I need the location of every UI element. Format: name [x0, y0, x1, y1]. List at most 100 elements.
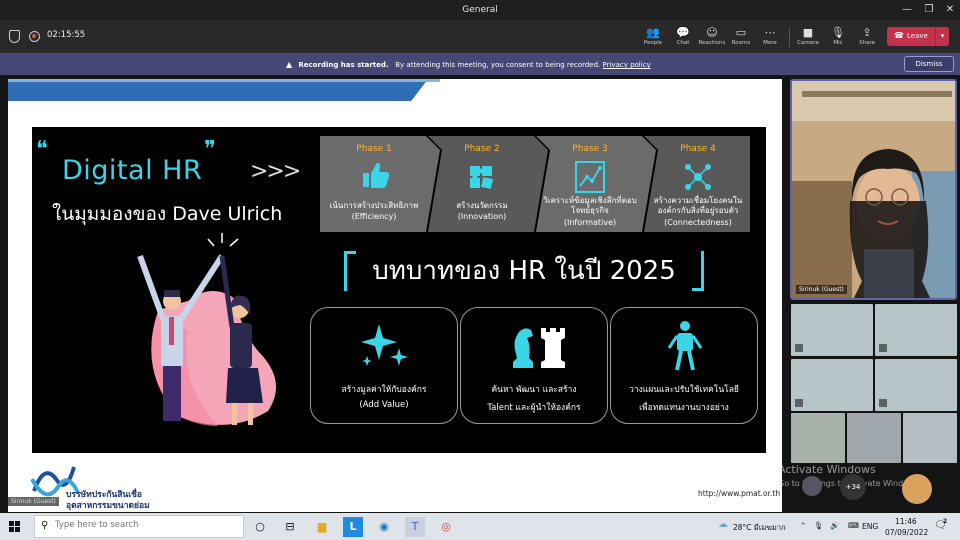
phase-3-title: Phase 3 — [572, 144, 608, 154]
language-indicator[interactable]: ENG — [862, 522, 878, 531]
rooms-label: Rooms — [731, 40, 751, 46]
mic-label: Mic — [833, 40, 843, 46]
phase-4-label: (Connectedness) — [664, 218, 732, 227]
phase-4-desc: สร้างความเชื่อมโยงคนในองค์กรกับสิ่งที่อย… — [653, 196, 743, 215]
leave-label: Leave — [907, 32, 928, 40]
mic-icon: 🎙 — [831, 26, 845, 39]
clock-time[interactable]: 11:46 — [895, 517, 917, 526]
meeting-toolbar: 02:15:55 👥 People 💬 Chat ☺ Reactions ▭ R… — [0, 20, 960, 53]
network-icon — [685, 164, 711, 190]
activate-windows-watermark: Activate Windows — [778, 463, 876, 476]
edge-icon[interactable]: ◉ — [374, 517, 394, 537]
leave-button[interactable]: ☎ Leave ▾ — [887, 27, 949, 46]
clock-date[interactable]: 07/09/2022 — [885, 528, 928, 537]
privacy-policy-link[interactable]: Privacy policy — [603, 61, 651, 69]
avatar[interactable] — [802, 476, 822, 496]
dismiss-button[interactable]: Dismiss — [904, 56, 954, 72]
phase-1-title: Phase 1 — [356, 144, 392, 154]
windows-taskbar: ⚲ ○ ⊟ ▆ L ◉ T ◎ ☁ 28°C มีเมฆมาก ⌃ 🎙 🔊 ⌨ … — [0, 513, 960, 540]
task-view-icon[interactable]: ○ — [250, 517, 270, 537]
role-title: บทบาทของ HR ในปี 2025 — [372, 256, 676, 286]
phase-2-label: (Innovation) — [457, 212, 507, 221]
phase-3-label: (Informative) — [563, 218, 617, 227]
more-icon: ⋯ — [764, 26, 776, 39]
role-1-line1: สร้างมูลค่าให้กับองค์กร — [341, 385, 427, 395]
mic-muted-icon — [795, 344, 803, 352]
presenter-name-overlay: Sirinuk (Guest) — [8, 497, 59, 506]
weather-text[interactable]: 28°C มีเมฆมาก — [733, 522, 786, 534]
chat-button[interactable]: 💬 Chat — [667, 22, 699, 52]
close-icon[interactable]: ✕ — [943, 3, 957, 17]
company-url: http://www.pmat.or.th — [698, 489, 781, 498]
more-participants-badge[interactable]: +34 — [840, 474, 866, 500]
role-2-line2: Talent และผู้นำให้องค์กร — [487, 403, 581, 413]
meeting-timer: 02:15:55 — [47, 30, 86, 40]
banner-text: By attending this meeting, you consent t… — [395, 61, 601, 69]
participant-tile[interactable] — [847, 413, 901, 463]
people-label: People — [643, 40, 663, 46]
speaker-name: Sirinuk (Guest) — [796, 285, 847, 294]
widgets-icon[interactable]: ⊟ — [280, 517, 300, 537]
phase-4: Phase 4 สร้างความเชื่อมโยงคนในองค์กรกับส… — [644, 136, 752, 232]
phase-1-desc: เน้นการสร้างประสิทธิภาพ — [329, 201, 419, 210]
file-explorer-icon[interactable]: ▆ — [312, 517, 332, 537]
slide-content-panel: ❝ Digital HR ❞ >>> ในมุมมองของ Dave Ulri… — [32, 127, 766, 453]
volume-icon[interactable]: 🔊 — [830, 521, 839, 530]
chevron-down-icon[interactable]: ▾ — [935, 27, 949, 46]
thumbs-up-icon — [363, 162, 390, 188]
puzzle-icon — [470, 166, 493, 189]
slide-header-accent — [8, 79, 440, 82]
share-button[interactable]: ⇪ Share — [851, 22, 883, 52]
minimize-icon[interactable]: — — [900, 3, 914, 17]
teams-icon[interactable]: T — [405, 517, 425, 537]
taskbar-search[interactable]: ⚲ — [34, 515, 244, 538]
close-quote-icon: ❞ — [204, 137, 216, 162]
more-label: More — [763, 40, 777, 46]
camera-button[interactable]: ■ Camera — [792, 22, 824, 52]
role-card-3: วางแผนและปรับใช้เทคโนโลยี เพื่อทดแทนงานบ… — [610, 307, 758, 424]
chevron-up-icon[interactable]: ⌃ — [800, 521, 806, 530]
chat-label: Chat — [676, 40, 690, 46]
participant-tile[interactable] — [791, 304, 873, 356]
people-button[interactable]: 👥 People — [637, 22, 669, 52]
phase-1: Phase 1 เน้นการสร้างประสิทธิภาพ (Efficie… — [320, 136, 428, 232]
chrome-icon[interactable]: ◎ — [436, 517, 456, 537]
reactions-button[interactable]: ☺ Reactions — [696, 22, 728, 52]
phase-2-title: Phase 2 — [464, 144, 500, 154]
phase-3: Phase 3 วิเคราะห์ข้อมูลเชิงลึกที่ตอบโจทย… — [536, 136, 644, 232]
warning-icon: ▲ — [286, 60, 293, 69]
participant-tile[interactable] — [903, 413, 957, 463]
speaker-video-frame — [792, 81, 955, 298]
windows-start-icon[interactable] — [9, 521, 20, 532]
participant-tile[interactable] — [875, 359, 957, 411]
phase-3-desc: วิเคราะห์ข้อมูลเชิงลึกที่ตอบโจทย์ธุรกิจ — [543, 196, 637, 215]
speaker-video[interactable]: Sirinuk (Guest) — [790, 79, 957, 300]
app-l-icon[interactable]: L — [343, 517, 363, 537]
restore-icon[interactable]: ❐ — [922, 3, 936, 17]
search-input[interactable] — [55, 520, 235, 530]
recording-banner: ▲ Recording has started. By attending th… — [0, 53, 960, 75]
avatar[interactable] — [902, 474, 932, 504]
participant-tile[interactable] — [791, 413, 845, 463]
more-button[interactable]: ⋯ More — [754, 22, 786, 52]
participant-tile[interactable] — [875, 304, 957, 356]
mic-button[interactable]: 🎙 Mic — [822, 22, 854, 52]
teamwork-illustration — [137, 233, 276, 426]
participant-tile[interactable] — [791, 359, 873, 411]
slide-header-stripe — [8, 79, 428, 101]
people-icon: 👥 — [646, 26, 660, 39]
phase-4-title: Phase 4 — [680, 144, 716, 154]
window-title: General — [462, 5, 498, 15]
search-icon: ⚲ — [41, 520, 49, 531]
camera-icon: ■ — [802, 26, 814, 39]
mic-tray-icon[interactable]: 🎙 — [814, 521, 824, 530]
share-label: Share — [859, 40, 875, 46]
keyboard-icon[interactable]: ⌨ — [848, 521, 859, 530]
rooms-button[interactable]: ▭ Rooms — [725, 22, 757, 52]
mic-muted-icon — [879, 399, 887, 407]
phase-2: Phase 2 สร้างนวัตกรรม (Innovation) — [428, 136, 536, 232]
role-2-line1: ค้นหา พัฒนา และสร้าง — [491, 385, 577, 395]
mic-muted-icon — [879, 344, 887, 352]
chess-icon — [513, 328, 565, 368]
recording-icon — [29, 31, 40, 42]
